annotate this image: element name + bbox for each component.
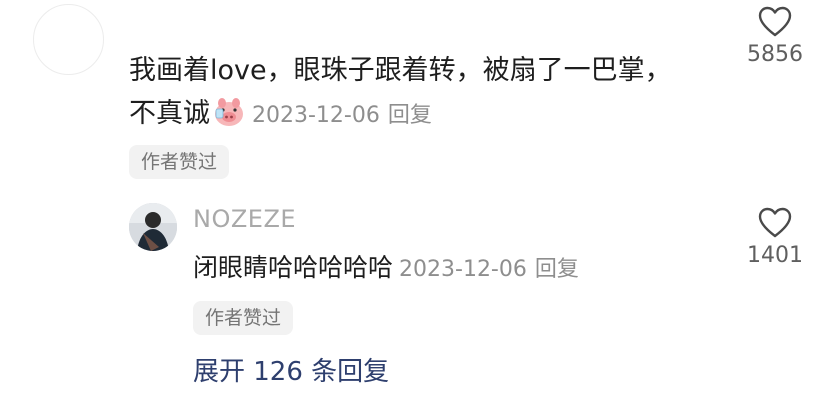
comment-like-count: 5856 — [747, 42, 803, 67]
expand-replies-link[interactable]: 展开 126 条回复 — [193, 351, 389, 388]
comment-like-button[interactable]: 5856 — [735, 6, 815, 67]
reply-username[interactable]: NOZEZE — [193, 205, 296, 233]
reply-like-count: 1401 — [747, 243, 803, 268]
heart-icon[interactable] — [758, 6, 792, 38]
reply-meta: 2023-12-06 回复 — [399, 257, 579, 282]
comment-meta: 2023-12-06 回复 — [252, 103, 432, 128]
reply-date: 2023-12-06 — [399, 257, 527, 282]
heart-icon[interactable] — [758, 207, 792, 239]
commenter-avatar[interactable] — [33, 4, 104, 75]
comment-text-line2-row: 不真诚 2023-12-06 回复 — [129, 92, 699, 137]
comment-body: 我画着love，眼珠子跟着转，被扇了一巴掌， 不真诚 2023-12-06 回复 — [129, 49, 699, 137]
comment-date: 2023-12-06 — [252, 103, 380, 128]
reply-user-avatar[interactable] — [129, 203, 177, 251]
reply-body: 闭眼睛哈哈哈哈哈 2023-12-06 回复 — [193, 248, 579, 290]
reply-like-button[interactable]: 1401 — [735, 207, 815, 268]
reply-reply-button[interactable]: 回复 — [535, 257, 579, 282]
author-liked-badge: 作者赞过 — [129, 145, 230, 179]
comment-text-line2: 不真诚 — [129, 98, 210, 129]
reply-text: 闭眼睛哈哈哈哈哈 — [193, 253, 394, 282]
comment-text-line1: 我画着love，眼珠子跟着转，被扇了一巴掌， — [129, 55, 672, 86]
pig-face-emoji-icon — [212, 97, 246, 127]
reply-author-liked-badge: 作者赞过 — [193, 301, 294, 335]
comment-reply-button[interactable]: 回复 — [388, 103, 432, 128]
